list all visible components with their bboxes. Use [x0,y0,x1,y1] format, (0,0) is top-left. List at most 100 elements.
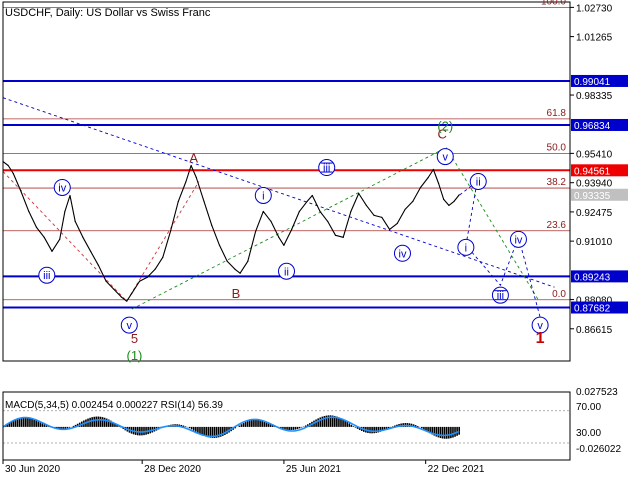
wave-label-14: ii [469,173,487,190]
price-point-55 [396,222,398,224]
indicator-tick-label-3: -0.026022 [576,444,621,455]
price-point-25 [177,200,179,203]
price-point-61 [437,182,440,185]
price-point-40 [283,244,285,246]
price-point-5 [35,226,38,228]
y-tick-label-6: 0.91010 [576,237,613,248]
wave-label-12: (2) [437,119,453,134]
wave-label-0: iv [53,178,71,196]
price-point-24 [169,230,172,232]
price-point-34 [239,272,241,274]
price-point-54 [388,228,391,230]
price-point-7 [51,250,53,252]
price-point-51 [365,204,367,207]
price-point-6 [43,236,45,238]
price-point-19 [131,292,133,294]
y-tick-label-3: 0.95410 [576,149,613,160]
wave-text-1: iii [43,270,50,282]
wave-text-16: iv [514,234,522,246]
wave-label-1: iii [38,266,56,284]
current-price-label: 0.93335 [574,191,611,202]
usdchf-chart: 1.02730 1.01265 0.98335 0.95410 0.93940 0.924… [0,0,640,480]
price-point-31 [218,244,221,246]
wave-text-14: ii [476,177,481,189]
level-tag-1: 0.96834 [574,121,611,132]
wave-label-8: ii [278,262,295,280]
wave-text-17: iii [497,290,504,302]
price-point-56 [404,208,406,211]
level-tag-0: 0.99041 [574,77,611,88]
price-point-46 [327,220,329,222]
price-point-1 [7,164,9,167]
wave-label-9: iii [318,159,336,177]
price-point-3 [20,190,22,193]
price-point-50 [358,192,360,195]
price-point-14 [97,264,99,266]
indicator-label: MACD(5,34,5) 0.002454 0.000227 RSI(14) 5… [5,400,223,411]
price-point-62 [443,198,445,201]
price-point-35 [247,260,249,262]
x-tick-label-3: 22 Dec 2021 [428,464,485,475]
price-point-41 [291,228,293,230]
wave-text-5: A [189,151,198,166]
indicator-tick-label-1: 70.00 [576,402,601,413]
price-point-29 [203,200,205,203]
price-point-9 [64,210,66,213]
wave-text-3: 5 [131,331,138,346]
price-point-60 [432,168,435,171]
price-point-64 [453,200,455,203]
wave-label-15: i [457,238,475,256]
wave-label-3: 5 [131,331,138,346]
y-tick-label-1: 1.01265 [576,33,613,44]
price-point-45 [319,210,321,213]
price-point-17 [120,296,123,298]
fib-level-label-0: 100.0 [541,0,566,7]
price-point-39 [278,236,280,238]
price-point-52 [373,214,375,217]
wave-text-4: (1) [126,348,142,363]
x-tick-label-2: 25 Jun 2021 [286,464,341,475]
price-point-22 [154,268,156,270]
level-tag-3: 0.89243 [574,272,611,283]
fib-level-label-3: 38.2 [547,177,567,188]
y-tick-label-2: 0.98335 [576,91,613,102]
price-point-44 [311,194,313,197]
price-point-13 [90,250,92,252]
price-point-18 [126,300,128,302]
level-tag-2: 0.94561 [574,166,611,177]
price-point-28 [195,176,197,179]
price-point-21 [146,276,148,278]
price-point-36 [254,230,257,232]
price-point-48 [342,236,344,238]
price-point-8 [59,238,61,240]
wave-label-7: i [254,186,272,204]
x-tick-label-0: 30 Jun 2020 [5,464,60,475]
wave-text-19: 1 [536,330,545,347]
price-point-32 [226,260,228,262]
y-tick-label-4: 0.93940 [576,179,613,190]
y-tick-label-0: 1.02730 [576,3,613,14]
fib-level-label-4: 23.6 [547,220,567,231]
y-tick-label-8: 0.86615 [576,325,613,336]
price-point-43 [306,200,308,203]
price-point-47 [334,234,337,236]
price-point-49 [350,210,352,213]
wave-text-12: (2) [437,119,453,134]
chart-title: USDCHF, Daily: US Dollar vs Swiss Franc [5,7,211,19]
wave-label-5: A [189,151,198,166]
price-point-10 [69,194,71,197]
price-point-33 [234,268,236,270]
wave-label-4: (1) [126,348,142,363]
price-point-59 [427,176,429,179]
fib-level-label-5: 0.0 [552,289,566,300]
wave-label-13: v [436,148,454,166]
fib-level-label-1: 61.8 [547,108,567,119]
fib-level-label-2: 50.0 [547,142,567,153]
price-point-65 [458,194,460,196]
price-point-57 [412,200,414,203]
price-point-42 [298,210,300,213]
wave-text-13: v [443,152,449,164]
x-tick-label-1: 28 Dec 2020 [144,464,201,475]
price-point-2 [12,172,14,175]
price-point-38 [270,220,272,222]
